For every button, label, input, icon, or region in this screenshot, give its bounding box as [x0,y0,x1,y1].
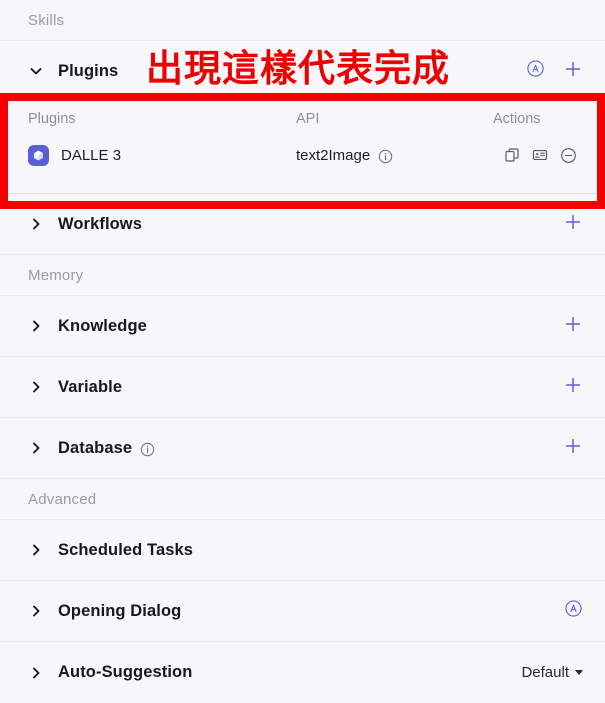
section-title-scheduled-tasks: Scheduled Tasks [58,540,194,559]
plus-icon[interactable] [563,314,583,339]
plugin-api-label: text2Image [296,146,371,164]
chevron-right-icon[interactable] [28,216,44,232]
chevron-down-icon [575,670,583,675]
plugin-api-cell: text2Image [296,147,493,164]
plugins-table-header-row: Plugins API Actions [28,102,577,135]
section-row-variable[interactable]: Variable [0,357,605,418]
plugin-actions-cell [493,147,577,164]
plus-icon[interactable] [563,375,583,400]
section-title-variable: Variable [58,377,123,396]
card-preview-icon[interactable] [532,147,548,163]
plugin-name-label: DALLE 3 [61,146,122,164]
info-icon[interactable] [378,149,393,164]
column-header-api: API [296,110,320,127]
chevron-right-icon[interactable] [28,603,44,619]
group-label-text: Advanced [28,490,97,508]
section-row-auto-suggestion[interactable]: Auto-Suggestion Default [0,642,605,703]
skills-group-label: Skills [0,0,605,41]
chevron-right-icon[interactable] [28,542,44,558]
group-label-text: Skills [28,11,65,29]
section-title-auto-suggestion: Auto-Suggestion [58,663,193,681]
plus-icon[interactable] [563,212,583,237]
section-row-workflows[interactable]: Workflows [0,194,605,255]
section-title-workflows: Workflows [58,214,143,233]
section-row-scheduled-tasks[interactable]: Scheduled Tasks [0,520,605,581]
plus-icon[interactable] [563,59,583,84]
circle-a-icon[interactable] [526,59,545,83]
plugins-table-panel: Plugins API Actions DALLE 3 text2Image [0,102,605,194]
plugins-table: Plugins API Actions DALLE 3 text2Image [28,102,577,175]
section-title-knowledge: Knowledge [58,316,147,335]
plugin-cube-icon [28,144,49,166]
info-icon[interactable] [140,442,155,457]
section-title-database: Database [58,438,133,457]
group-label-text: Memory [28,266,84,284]
remove-icon[interactable] [560,147,577,164]
chevron-right-icon[interactable] [28,440,44,456]
chevron-down-icon[interactable] [28,63,44,79]
auto-suggestion-value: Default [521,664,569,681]
column-header-actions: Actions [493,110,541,127]
annotation-text: 出現這樣代表完成 [146,47,450,90]
section-row-opening-dialog[interactable]: Opening Dialog [0,581,605,642]
auto-suggestion-dropdown[interactable]: Default [521,664,583,681]
chevron-right-icon[interactable] [28,318,44,334]
column-header-plugins: Plugins [28,110,76,127]
plugins-title: Plugins [58,61,119,80]
memory-group-label: Memory [0,255,605,296]
section-row-database[interactable]: Database [0,418,605,479]
section-title-opening-dialog: Opening Dialog [58,601,182,620]
chevron-right-icon[interactable] [28,379,44,395]
section-row-knowledge[interactable]: Knowledge [0,296,605,357]
advanced-group-label: Advanced [0,479,605,520]
plugin-name-cell: DALLE 3 [28,144,296,166]
chevron-right-icon[interactable] [28,665,44,681]
copy-icon[interactable] [504,147,520,163]
table-row[interactable]: DALLE 3 text2Image [28,135,577,175]
plugins-header-actions [526,59,583,84]
plus-icon[interactable] [563,436,583,461]
circle-a-icon[interactable] [564,599,583,623]
